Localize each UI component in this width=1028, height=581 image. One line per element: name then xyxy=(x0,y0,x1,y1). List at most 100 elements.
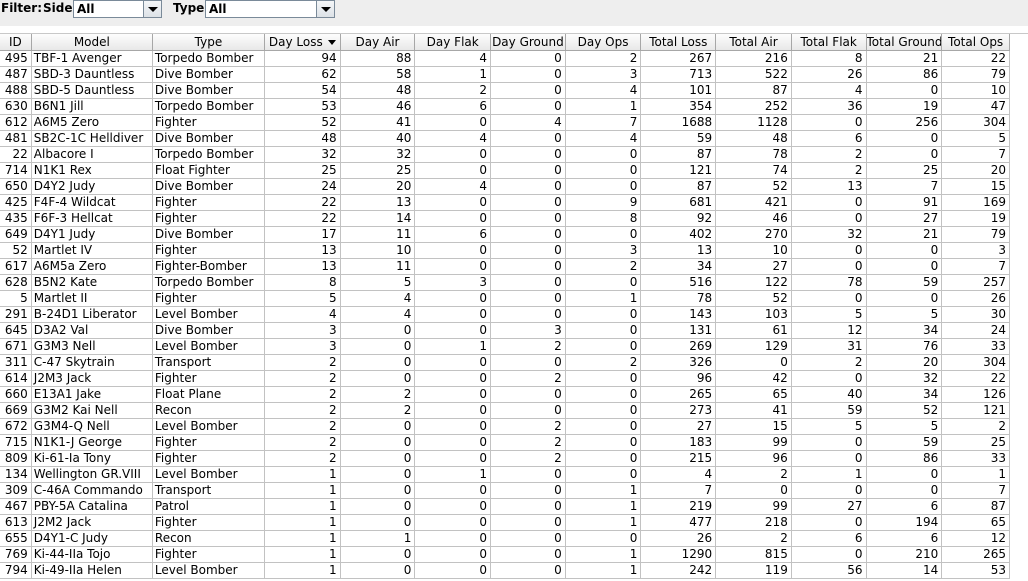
table-cell: Float Plane xyxy=(152,386,265,403)
table-cell: 0 xyxy=(866,82,943,99)
type-dropdown-arrow[interactable] xyxy=(316,1,334,17)
table-cell: 11 xyxy=(340,226,416,243)
table-cell: 58 xyxy=(340,66,416,83)
column-header-day-air[interactable]: Day Air xyxy=(340,34,416,51)
table-cell: 34 xyxy=(866,386,943,403)
column-header-day-loss[interactable]: Day Loss xyxy=(264,34,341,51)
table-cell: 30 xyxy=(941,306,1010,323)
column-header-total-air[interactable]: Total Air xyxy=(715,34,792,51)
table-cell: 14 xyxy=(340,210,416,227)
table-row[interactable]: 714 N1K1 Rex Float Fighter 25 25 0 0 0 121 74 2 25 2… xyxy=(0,162,1010,179)
column-header-total-ops[interactable]: Total Ops xyxy=(941,34,1010,51)
table-cell: 0 xyxy=(565,226,642,243)
table-cell: 0 xyxy=(414,434,492,451)
table-row[interactable]: 715 N1K1-J George Fighter 2 0 0 2 0 183 99 0 59 25 xyxy=(0,434,1010,451)
table-cell: 134 xyxy=(0,466,32,483)
side-dropdown[interactable]: All xyxy=(73,0,162,18)
type-dropdown[interactable]: All xyxy=(205,0,335,18)
table-cell: 10 xyxy=(715,242,792,259)
table-row[interactable]: 52 Martlet IV Fighter 13 10 0 0 3 13 10 0 0 3 xyxy=(0,242,1010,259)
table-row[interactable]: 309 C-46A Commando Transport 1 0 0 0 1 7 0 0 0 7 xyxy=(0,482,1010,499)
table-row[interactable]: 487 SBD-3 Dauntless Dive Bomber 62 58 1 0 3 713 5… xyxy=(0,66,1010,83)
table-cell: 2 xyxy=(264,386,341,403)
column-header-label: Total Loss xyxy=(649,35,708,49)
table-cell: Dive Bomber xyxy=(152,226,265,243)
table-row[interactable]: 613 J2M2 Jack Fighter 1 0 0 0 1 477 218 0 194 65 xyxy=(0,514,1010,531)
table-row[interactable]: 645 D3A2 Val Dive Bomber 3 0 0 3 0 131 61 12 34 24 xyxy=(0,322,1010,339)
table-cell: 5 xyxy=(941,130,1010,147)
table-row[interactable]: 630 B6N1 Jill Torpedo Bomber 53 46 6 0 1 354 252 3… xyxy=(0,98,1010,115)
aircraft-losses-table-container[interactable]: ID Model Type Day Loss Day Air Day Flak Day Gr… xyxy=(0,33,1028,581)
table-row[interactable]: 5 Martlet II Fighter 5 4 0 0 1 78 52 0 0 26 xyxy=(0,290,1010,307)
table-row[interactable]: 435 F6F-3 Hellcat Fighter 22 14 0 0 8 92 46 0 27 19 xyxy=(0,210,1010,227)
table-cell: 9 xyxy=(565,194,642,211)
table-cell: 614 xyxy=(0,370,32,387)
table-cell: 13 xyxy=(264,242,341,259)
table-row[interactable]: 481 SB2C-1C Helldiver Dive Bomber 48 40 4 0 4 59… xyxy=(0,130,1010,147)
column-header-total-flak[interactable]: Total Flak xyxy=(791,34,867,51)
table-row[interactable]: 655 D4Y1-C Judy Recon 1 1 0 0 0 26 2 6 6 12 xyxy=(0,530,1010,547)
table-cell: 1 xyxy=(264,562,341,579)
column-header-day-ops[interactable]: Day Ops xyxy=(565,34,642,51)
table-cell: 0 xyxy=(490,130,566,147)
table-row[interactable]: 649 D4Y1 Judy Dive Bomber 17 11 6 0 0 402 270 32 21… xyxy=(0,226,1010,243)
table-cell: 4 xyxy=(340,306,416,323)
table-cell: 0 xyxy=(414,146,492,163)
table-row[interactable]: 22 Albacore I Torpedo Bomber 32 32 0 0 0 87 78 2 0 7 xyxy=(0,146,1010,163)
table-cell: SBD-5 Dauntless xyxy=(31,82,153,99)
table-row[interactable]: 660 E13A1 Jake Float Plane 2 2 0 0 0 265 65 40 34 12… xyxy=(0,386,1010,403)
table-cell: 0 xyxy=(490,162,566,179)
table-cell: 257 xyxy=(941,274,1010,291)
table-row[interactable]: 628 B5N2 Kate Torpedo Bomber 8 5 3 0 0 516 122 78 5… xyxy=(0,274,1010,291)
side-dropdown-arrow[interactable] xyxy=(143,1,161,17)
table-cell: Level Bomber xyxy=(152,418,265,435)
table-cell: 269 xyxy=(640,338,717,355)
table-cell: 0 xyxy=(866,466,943,483)
table-row[interactable]: 495 TBF-1 Avenger Torpedo Bomber 94 88 4 0 2 267… xyxy=(0,50,1010,67)
table-cell: 215 xyxy=(640,450,717,467)
table-cell: Fighter xyxy=(152,434,265,451)
column-header-type[interactable]: Type xyxy=(152,34,265,51)
column-header-model[interactable]: Model xyxy=(31,34,153,51)
table-cell: 1290 xyxy=(640,546,717,563)
column-header-day-ground[interactable]: Day Ground xyxy=(490,34,566,51)
table-cell: 27 xyxy=(715,258,792,275)
table-cell: 714 xyxy=(0,162,32,179)
table-cell: 22 xyxy=(941,50,1010,67)
table-cell: 33 xyxy=(941,450,1010,467)
table-cell: D4Y1 Judy xyxy=(31,226,153,243)
table-row[interactable]: 650 D4Y2 Judy Dive Bomber 24 20 4 0 0 87 52 13 7 15 xyxy=(0,178,1010,195)
column-header-total-loss[interactable]: Total Loss xyxy=(640,34,717,51)
table-row[interactable]: 488 SBD-5 Dauntless Dive Bomber 54 48 2 0 4 101 8… xyxy=(0,82,1010,99)
table-row[interactable]: 617 A6M5a Zero Fighter-Bomber 13 11 0 0 2 34 27 0 0… xyxy=(0,258,1010,275)
table-row[interactable]: 134 Wellington GR.VIII Level Bomber 1 0 1 0 0 4 2… xyxy=(0,466,1010,483)
table-cell: 0 xyxy=(565,306,642,323)
table-row[interactable]: 425 F4F-4 Wildcat Fighter 22 13 0 0 9 681 421 0 91 1… xyxy=(0,194,1010,211)
column-header-id[interactable]: ID xyxy=(0,34,32,51)
table-cell: 1 xyxy=(264,530,341,547)
table-row[interactable]: 671 G3M3 Nell Level Bomber 3 0 1 2 0 269 129 31 76 3… xyxy=(0,338,1010,355)
table-cell: 0 xyxy=(490,290,566,307)
table-cell: J2M3 Jack xyxy=(31,370,153,387)
table-row[interactable]: 467 PBY-5A Catalina Patrol 1 0 0 0 1 219 99 27 6 87 xyxy=(0,498,1010,515)
table-row[interactable]: 291 B-24D1 Liberator Level Bomber 4 4 0 0 0 143 1… xyxy=(0,306,1010,323)
table-cell: 0 xyxy=(340,322,416,339)
table-cell: G3M4-Q Nell xyxy=(31,418,153,435)
table-cell: 0 xyxy=(414,258,492,275)
table-cell: 6 xyxy=(866,498,943,515)
table-row[interactable]: 669 G3M2 Kai Nell Recon 2 2 0 0 0 273 41 59 52 121 xyxy=(0,402,1010,419)
table-row[interactable]: 809 Ki-61-Ia Tony Fighter 2 0 0 2 0 215 96 0 86 33 xyxy=(0,450,1010,467)
table-cell: 101 xyxy=(640,82,717,99)
table-row[interactable]: 612 A6M5 Zero Fighter 52 41 0 4 7 1688 1128 0 256 30… xyxy=(0,114,1010,131)
table-cell: B6N1 Jill xyxy=(31,98,153,115)
table-row[interactable]: 614 J2M3 Jack Fighter 2 0 0 2 0 96 42 0 32 22 xyxy=(0,370,1010,387)
column-header-day-flak[interactable]: Day Flak xyxy=(414,34,492,51)
table-row[interactable]: 672 G3M4-Q Nell Level Bomber 2 0 0 2 0 27 15 5 5 2 xyxy=(0,418,1010,435)
table-cell: Torpedo Bomber xyxy=(152,146,265,163)
table-cell: 671 xyxy=(0,338,32,355)
table-cell: 6 xyxy=(866,530,943,547)
table-row[interactable]: 794 Ki-49-IIa Helen Level Bomber 1 0 0 0 1 242 11… xyxy=(0,562,1010,579)
table-row[interactable]: 769 Ki-44-IIa Tojo Fighter 1 0 0 0 1 1290 815 0 210… xyxy=(0,546,1010,563)
column-header-total-ground[interactable]: Total Ground xyxy=(866,34,943,51)
table-row[interactable]: 311 C-47 Skytrain Transport 2 0 0 0 2 326 0 2 20 304 xyxy=(0,354,1010,371)
